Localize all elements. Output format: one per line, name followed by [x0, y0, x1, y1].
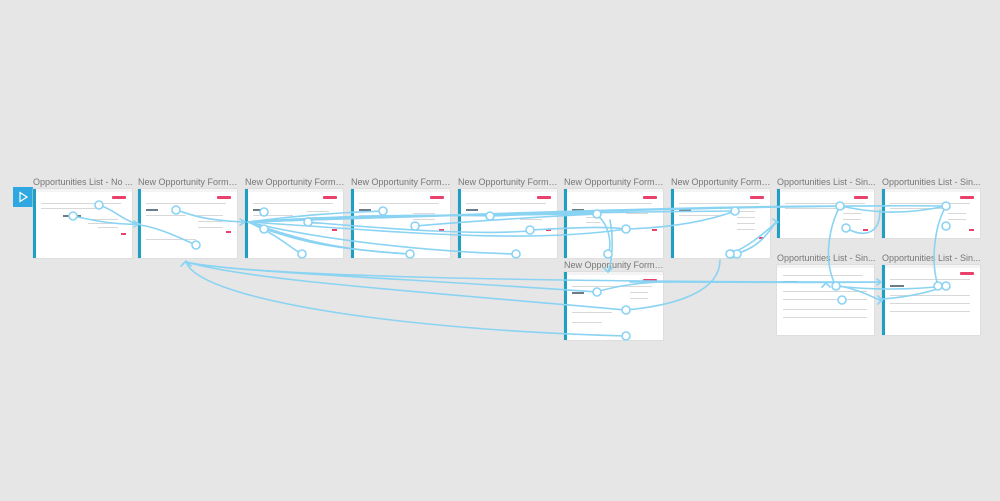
artboard-title: New Opportunity Form ... — [458, 177, 558, 187]
artboard-title: New Opportunity Form ... — [564, 177, 664, 187]
artboard-title: Opportunities List - No ... — [33, 177, 133, 187]
artboard-title: New Opportunity Form ... — [245, 177, 345, 187]
artboard-new-opportunity-form-2[interactable]: New Opportunity Form ... — [245, 177, 345, 258]
artboard-thumbnail — [882, 189, 980, 238]
arrow-head — [876, 278, 883, 286]
artboard-thumbnail — [33, 189, 132, 258]
artboard-thumbnail — [564, 272, 663, 340]
prototype-canvas: Opportunities List - No ... New Opportun… — [0, 0, 1000, 501]
artboard-opportunities-list-single-3[interactable]: Opportunities List - Sin... — [777, 253, 876, 335]
artboard-new-opportunity-form-4[interactable]: New Opportunity Form ... — [458, 177, 558, 258]
artboard-title: New Opportunity Form ... — [351, 177, 451, 187]
artboard-thumbnail — [458, 189, 557, 258]
artboard-title: New Opportunity Form ... — [671, 177, 771, 187]
artboard-opportunities-list-single-1[interactable]: Opportunities List - Sin... — [777, 177, 876, 238]
artboard-thumbnail — [245, 189, 343, 258]
artboard-new-opportunity-form-3[interactable]: New Opportunity Form ... — [351, 177, 451, 258]
artboard-new-opportunity-form-1[interactable]: New Opportunity Form ... — [138, 177, 238, 258]
play-button[interactable] — [13, 187, 33, 207]
artboard-opportunities-list-no[interactable]: Opportunities List - No ... — [33, 177, 133, 258]
artboard-opportunities-list-single-2[interactable]: Opportunities List - Sin... — [882, 177, 981, 238]
artboard-title: Opportunities List - Sin... — [777, 177, 876, 187]
artboard-thumbnail — [564, 189, 663, 258]
artboard-new-opportunity-form-5[interactable]: New Opportunity Form ... — [564, 177, 664, 258]
artboard-title: Opportunities List - Sin... — [882, 253, 981, 263]
artboard-thumbnail — [882, 265, 980, 335]
artboard-title: New Opportunity Form ... — [564, 260, 664, 270]
artboard-thumbnail — [777, 189, 874, 238]
artboard-thumbnail — [777, 265, 874, 335]
artboard-new-opportunity-form-7[interactable]: New Opportunity Form ... — [564, 260, 664, 340]
artboard-thumbnail — [351, 189, 450, 258]
artboard-opportunities-list-single-4[interactable]: Opportunities List - Sin... — [882, 253, 981, 335]
link-path — [185, 261, 881, 283]
artboard-new-opportunity-form-6[interactable]: New Opportunity Form ... — [671, 177, 771, 258]
artboard-thumbnail — [671, 189, 770, 258]
artboard-title: Opportunities List - Sin... — [777, 253, 876, 263]
link-path — [185, 261, 598, 293]
artboard-thumbnail — [138, 189, 237, 258]
play-icon — [19, 191, 29, 203]
arrow-head — [180, 259, 192, 267]
link-path — [185, 261, 627, 337]
artboard-title: New Opportunity Form ... — [138, 177, 238, 187]
link-path — [185, 261, 627, 311]
artboard-title: Opportunities List - Sin... — [882, 177, 981, 187]
